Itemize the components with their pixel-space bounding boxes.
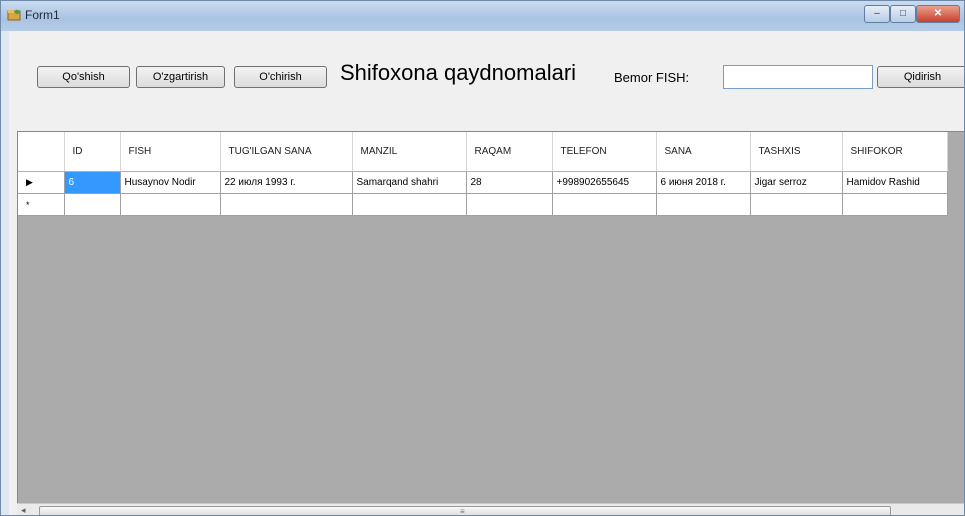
new-row-marker[interactable]: *	[18, 193, 65, 216]
edit-button[interactable]: O'zgartirish	[136, 66, 225, 88]
column-header-date[interactable]: SANA	[656, 132, 751, 172]
new-cell[interactable]	[656, 193, 751, 216]
window-title: Form1	[25, 8, 60, 22]
app-icon	[7, 9, 21, 21]
column-header-address[interactable]: MANZIL	[352, 132, 467, 172]
patient-name-input[interactable]	[723, 65, 873, 89]
new-cell[interactable]	[552, 193, 657, 216]
new-cell[interactable]	[842, 193, 948, 216]
grip-icon: ≡	[460, 507, 465, 516]
new-cell[interactable]	[64, 193, 121, 216]
column-header-number[interactable]: RAQAM	[466, 132, 553, 172]
main-window: Form1 – □ ✕ Qo'shish O'zgartirish O'chir…	[0, 0, 965, 516]
cell-doctor[interactable]: Hamidov Rashid	[842, 171, 948, 194]
row-marker[interactable]: ▶	[18, 171, 65, 194]
scrollbar-thumb[interactable]: ≡	[39, 506, 891, 516]
data-grid[interactable]: ID FISH TUG'ILGAN SANA MANZIL RAQAM TELE…	[17, 131, 964, 504]
title-bar[interactable]: Form1 – □ ✕	[1, 1, 964, 31]
cell-phone[interactable]: +998902655645	[552, 171, 657, 194]
row-header-corner[interactable]	[18, 132, 65, 172]
minimize-button[interactable]: –	[864, 5, 890, 23]
column-header-fish[interactable]: FISH	[120, 132, 221, 172]
column-header-doctor[interactable]: SHIFOKOR	[842, 132, 948, 172]
column-header-id[interactable]: ID	[64, 132, 121, 172]
toolbar: Qo'shish O'zgartirish O'chirish Shifoxon…	[9, 32, 964, 124]
new-row[interactable]: *	[18, 193, 948, 216]
new-cell[interactable]	[120, 193, 221, 216]
cell-number[interactable]: 28	[466, 171, 553, 194]
records-table: ID FISH TUG'ILGAN SANA MANZIL RAQAM TELE…	[18, 132, 948, 216]
cell-diagnosis[interactable]: Jigar serroz	[750, 171, 843, 194]
patient-name-label: Bemor FISH:	[614, 70, 690, 85]
new-cell[interactable]	[352, 193, 467, 216]
column-header-phone[interactable]: TELEFON	[552, 132, 657, 172]
page-title: Shifoxona qaydnomalari	[340, 60, 577, 85]
horizontal-scrollbar[interactable]: ◂ ≡	[17, 503, 964, 516]
delete-button[interactable]: O'chirish	[234, 66, 327, 88]
new-cell[interactable]	[220, 193, 353, 216]
scroll-left-arrow-icon[interactable]: ◂	[21, 505, 26, 515]
cell-fish[interactable]: Husaynov Nodir	[120, 171, 221, 194]
search-button[interactable]: Qidirish	[877, 66, 964, 88]
cell-address[interactable]: Samarqand shahri	[352, 171, 467, 194]
new-cell[interactable]	[466, 193, 553, 216]
table-row[interactable]: ▶ 6 Husaynov Nodir 22 июля 1993 г. Samar…	[18, 171, 948, 194]
maximize-button[interactable]: □	[890, 5, 916, 23]
add-button[interactable]: Qo'shish	[37, 66, 130, 88]
header-row: ID FISH TUG'ILGAN SANA MANZIL RAQAM TELE…	[18, 132, 948, 172]
column-header-birth-date[interactable]: TUG'ILGAN SANA	[220, 132, 353, 172]
window-left-border	[1, 31, 9, 515]
close-button[interactable]: ✕	[916, 5, 960, 23]
column-header-diagnosis[interactable]: TASHXIS	[750, 132, 843, 172]
cell-birth-date[interactable]: 22 июля 1993 г.	[220, 171, 353, 194]
cell-id[interactable]: 6	[64, 171, 121, 194]
cell-date[interactable]: 6 июня 2018 г.	[656, 171, 751, 194]
new-cell[interactable]	[750, 193, 843, 216]
